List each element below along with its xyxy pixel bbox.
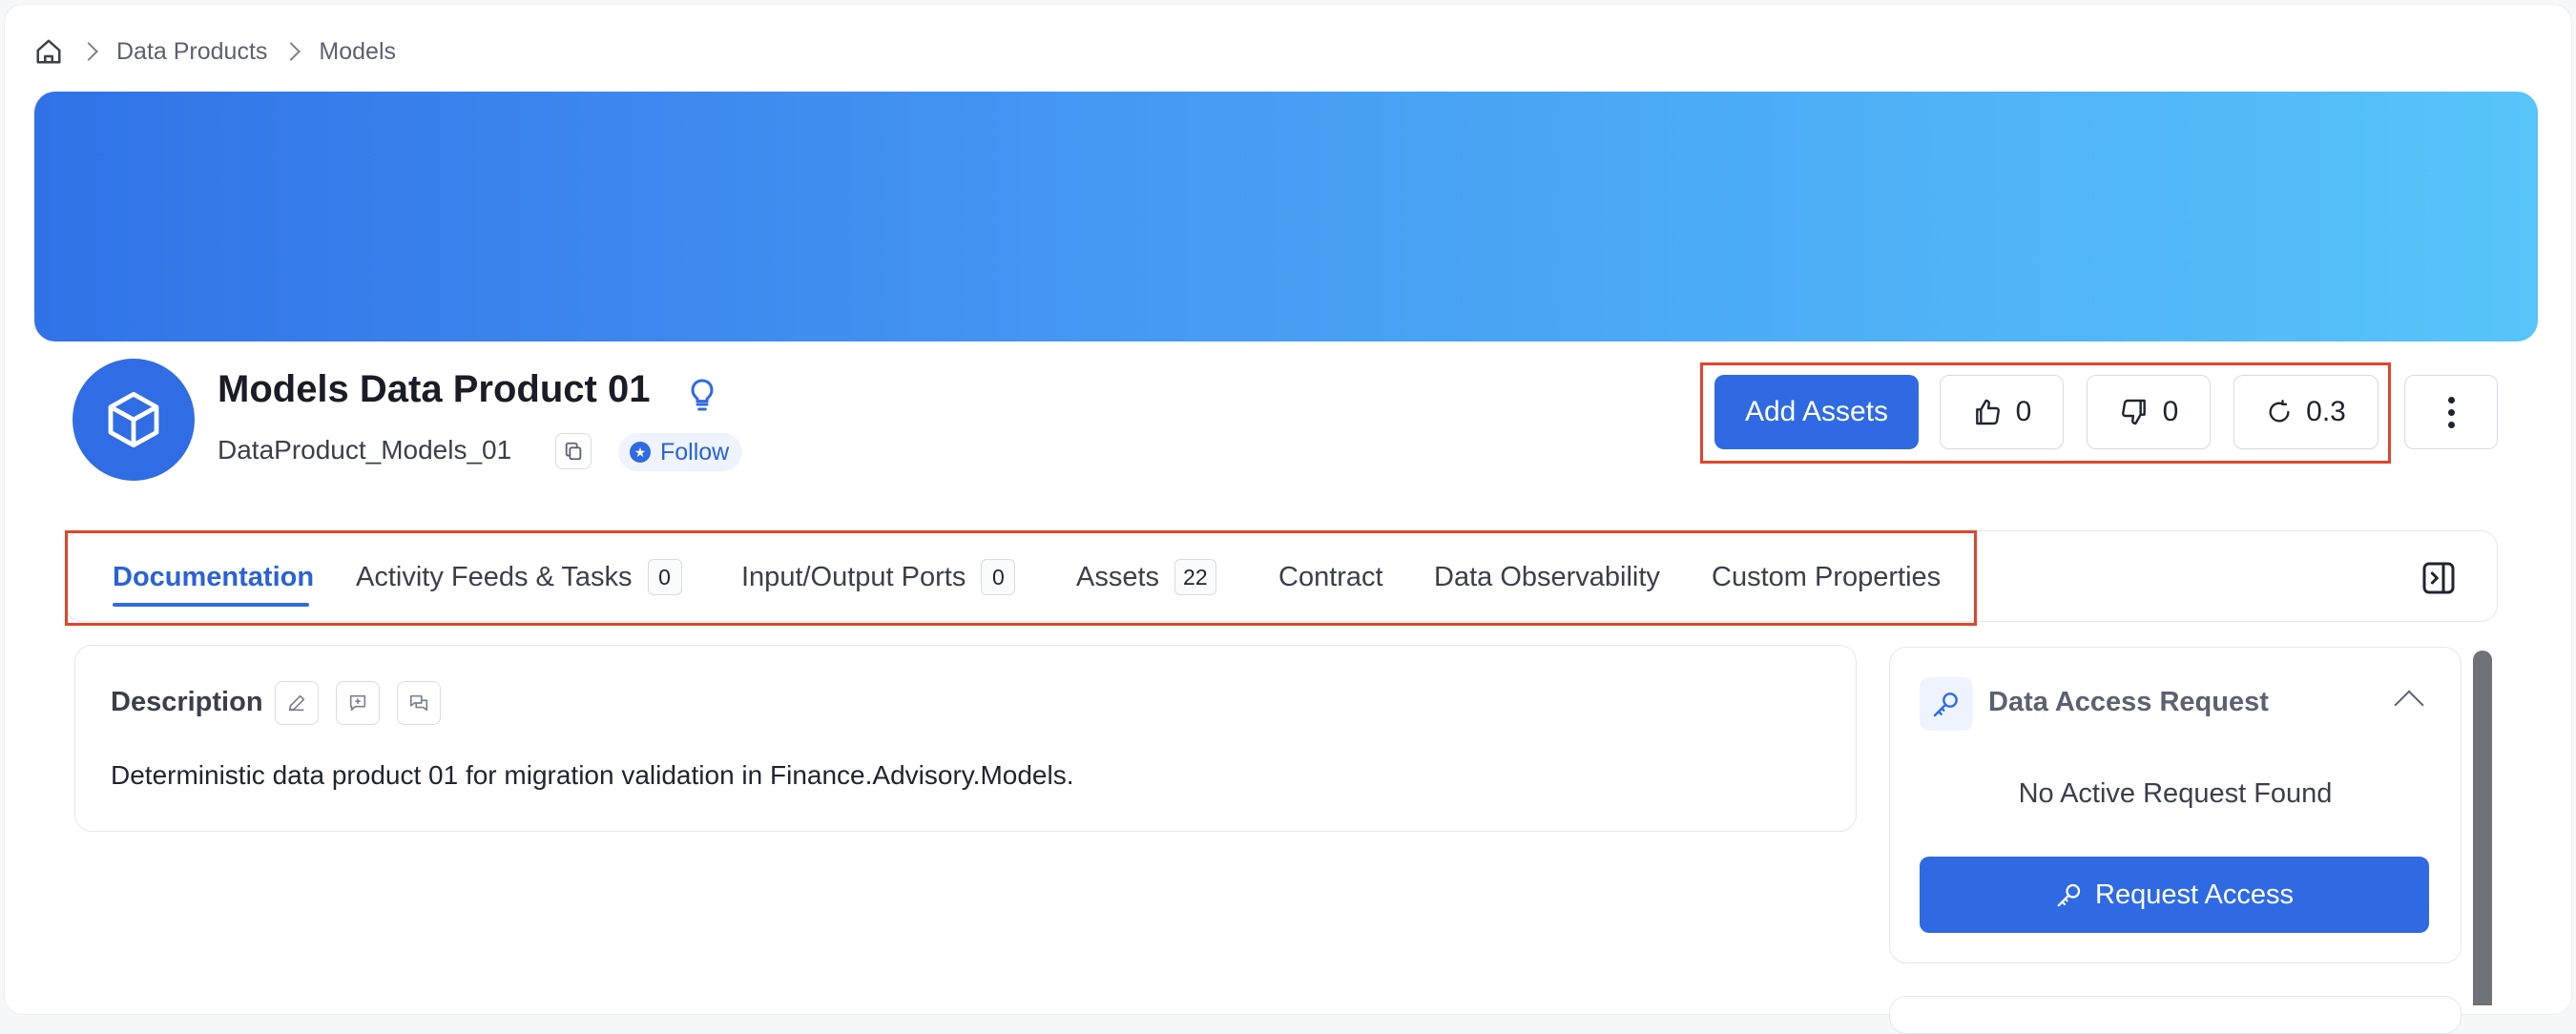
tab-input-output-ports[interactable]: Input/Output Ports 0 bbox=[741, 553, 1016, 601]
tab-label: Documentation bbox=[113, 561, 315, 592]
tabs-highlight bbox=[65, 530, 1977, 626]
thumbs-up-icon bbox=[1975, 399, 2000, 425]
like-button[interactable]: 0 bbox=[1940, 375, 2064, 449]
breadcrumb-models[interactable]: Models bbox=[319, 38, 396, 66]
page: Data Products Models Models Data Product… bbox=[0, 0, 2576, 1034]
more-dot-icon bbox=[2447, 421, 2455, 428]
home-icon[interactable] bbox=[32, 35, 65, 68]
breadcrumb: Data Products Models bbox=[32, 34, 396, 69]
active-tab-indicator bbox=[113, 603, 309, 607]
breadcrumb-data-products[interactable]: Data Products bbox=[116, 38, 267, 66]
request-access-button[interactable]: Request Access bbox=[1920, 857, 2429, 933]
cube-icon bbox=[108, 391, 159, 448]
chevron-right-icon bbox=[281, 42, 301, 61]
tab-custom-properties[interactable]: Custom Properties bbox=[1712, 553, 1941, 601]
tab-label: Custom Properties bbox=[1712, 561, 1942, 592]
follow-label: Follow bbox=[660, 438, 730, 465]
lightbulb-icon[interactable] bbox=[683, 376, 721, 414]
description-text: Deterministic data product 01 for migrat… bbox=[111, 760, 1074, 790]
cover-banner bbox=[34, 92, 2538, 341]
dislike-count: 0 bbox=[2162, 396, 2179, 427]
add-assets-button[interactable]: Add Assets bbox=[1714, 375, 1919, 449]
conversation-button[interactable] bbox=[397, 681, 441, 725]
like-count: 0 bbox=[2015, 396, 2032, 427]
tab-activity-feeds[interactable]: Activity Feeds & Tasks 0 bbox=[356, 553, 682, 601]
tab-label: Contract bbox=[1278, 561, 1383, 592]
access-card-title: Data Access Request bbox=[1988, 687, 2269, 717]
next-panel-card bbox=[1889, 996, 2462, 1034]
key-icon bbox=[1933, 693, 1958, 717]
copy-button[interactable] bbox=[555, 433, 592, 469]
no-request-text: No Active Request Found bbox=[2018, 778, 2333, 809]
tab-documentation[interactable]: Documentation bbox=[113, 553, 314, 601]
copy-icon bbox=[565, 442, 582, 461]
tab-label: Input/Output Ports bbox=[741, 561, 966, 592]
request-description-button[interactable] bbox=[336, 681, 380, 725]
tab-label: Activity Feeds & Tasks bbox=[356, 561, 633, 592]
tab-assets[interactable]: Assets 22 bbox=[1076, 553, 1216, 601]
tab-count-badge: 22 bbox=[1174, 559, 1216, 595]
tab-label: Assets bbox=[1076, 561, 1160, 592]
more-dot-icon bbox=[2447, 408, 2455, 416]
refresh-icon bbox=[2269, 400, 2290, 423]
tab-count-badge: 0 bbox=[981, 559, 1016, 595]
panel-toggle-icon[interactable] bbox=[2420, 559, 2458, 597]
tab-label: Data Observability bbox=[1434, 561, 1660, 592]
conversation-icon bbox=[409, 694, 428, 712]
dislike-button[interactable]: 0 bbox=[2087, 375, 2211, 449]
version-number: 0.3 bbox=[2306, 396, 2346, 427]
chevron-right-icon bbox=[79, 42, 98, 61]
page-title: Models Data Product 01 bbox=[218, 368, 651, 410]
vertical-scrollbar[interactable] bbox=[2473, 651, 2492, 1005]
follow-button[interactable]: ★ Follow bbox=[618, 433, 743, 471]
tab-count-badge: 0 bbox=[647, 559, 682, 595]
key-icon bbox=[2057, 883, 2081, 907]
version-button[interactable]: 0.3 bbox=[2233, 375, 2379, 449]
comment-add-icon bbox=[349, 694, 366, 712]
star-icon: ★ bbox=[630, 442, 651, 463]
request-access-label: Request Access bbox=[2095, 879, 2294, 910]
access-icon-container bbox=[1920, 677, 1973, 731]
description-label: Description bbox=[111, 687, 263, 717]
thumbs-down-icon bbox=[2121, 399, 2146, 425]
tab-contract[interactable]: Contract bbox=[1278, 553, 1383, 601]
more-dot-icon bbox=[2447, 396, 2455, 403]
entity-fqn: DataProduct_Models_01 bbox=[218, 435, 512, 465]
pencil-icon bbox=[288, 694, 305, 712]
data-product-avatar bbox=[73, 359, 195, 481]
tab-data-observability[interactable]: Data Observability bbox=[1434, 553, 1660, 601]
edit-description-button[interactable] bbox=[275, 681, 319, 725]
more-options-button[interactable] bbox=[2404, 375, 2498, 449]
description-card bbox=[74, 645, 1857, 832]
